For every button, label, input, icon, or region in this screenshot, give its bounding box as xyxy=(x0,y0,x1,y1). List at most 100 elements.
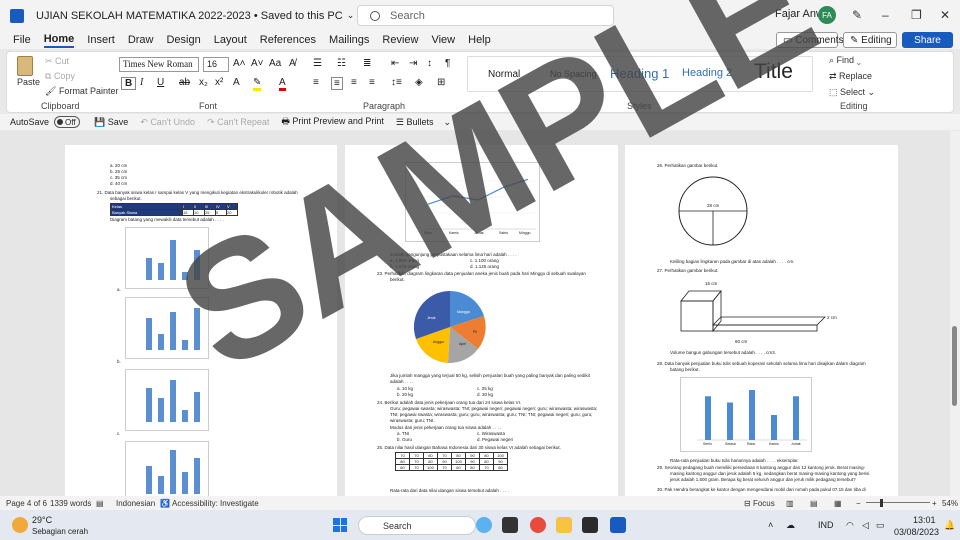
taskbar-search[interactable]: Search xyxy=(358,516,476,535)
temperature[interactable]: 29°C xyxy=(32,515,52,525)
menu-help[interactable]: Help xyxy=(468,33,491,47)
comments-button[interactable]: ▭ Comments xyxy=(776,32,844,48)
task-view-icon[interactable] xyxy=(502,517,518,533)
style-normal[interactable]: Normal xyxy=(488,69,520,80)
highlight-icon[interactable]: ✎ xyxy=(253,77,262,91)
menu-draw[interactable]: Draw xyxy=(128,33,154,47)
copilot-icon[interactable] xyxy=(476,517,492,533)
page-count[interactable]: Page 4 of 6 xyxy=(6,499,47,508)
autosave-toggle[interactable]: Off xyxy=(54,116,81,128)
weather-condition[interactable]: Sebagian cerah xyxy=(32,527,88,536)
style-no-spacing[interactable]: No Spacing xyxy=(550,69,597,79)
print-preview-button[interactable]: 🖶 Print Preview and Print xyxy=(281,114,384,130)
menu-file[interactable]: File xyxy=(13,33,31,47)
select-button[interactable]: ⬚ Select ⌄ xyxy=(829,87,875,98)
justify-icon[interactable]: ≡ xyxy=(369,77,375,88)
font-color-icon[interactable]: A xyxy=(279,77,286,91)
page-3[interactable]: 26. Perhatikan gambar berikut. 28 cm Kel… xyxy=(625,145,898,496)
read-mode-icon[interactable]: ▥ xyxy=(786,499,794,508)
replace-button[interactable]: ⇄ Replace xyxy=(829,71,872,82)
style-heading-2[interactable]: Heading 2 xyxy=(682,67,732,79)
app-icon[interactable] xyxy=(582,517,598,533)
minimize-icon[interactable]: – xyxy=(882,8,889,22)
shading-icon[interactable]: ◈ xyxy=(415,77,423,88)
repeat-button[interactable]: ↷ Can't Repeat xyxy=(207,117,269,128)
volume-icon[interactable]: ◁ xyxy=(862,520,869,531)
superscript-icon[interactable]: x² xyxy=(215,77,223,88)
change-case-icon[interactable]: Aa xyxy=(269,58,281,69)
close-icon[interactable]: ✕ xyxy=(940,8,950,22)
cut-button[interactable]: ✂ Cut xyxy=(45,56,69,67)
sort-icon[interactable]: ↕ xyxy=(427,58,432,69)
underline-icon[interactable]: U xyxy=(157,77,164,88)
page-1[interactable]: a. 20 cm b. 25 cm c. 35 cm d. 40 cm 21. … xyxy=(65,145,337,496)
tray-chevron-icon[interactable]: ˄ xyxy=(768,520,773,530)
grow-font-icon[interactable]: A˄ xyxy=(233,58,246,69)
onedrive-icon[interactable]: ☁ xyxy=(786,520,795,531)
bold-icon[interactable]: B xyxy=(121,77,137,90)
menu-home[interactable]: Home xyxy=(43,32,75,48)
menu-insert[interactable]: Insert xyxy=(87,33,115,47)
format-painter-button[interactable]: 🖌 Format Painter xyxy=(45,86,118,97)
customize-qat-icon[interactable]: ⌄ xyxy=(444,117,452,128)
weather-icon[interactable] xyxy=(12,517,28,533)
focus-mode-button[interactable]: ⊟ Focus xyxy=(744,499,775,508)
pilcrow-icon[interactable]: ¶ xyxy=(445,58,450,69)
zoom-in-icon[interactable]: + xyxy=(932,499,937,508)
clear-format-icon[interactable]: A̸ xyxy=(289,58,296,69)
notification-bell-icon[interactable]: 🔔 xyxy=(944,520,955,531)
print-layout-icon[interactable]: ▤ xyxy=(810,499,818,508)
word-taskbar-icon[interactable] xyxy=(610,517,626,533)
zoom-slider-thumb[interactable] xyxy=(880,499,883,507)
page-2[interactable]: Rabu Kamis Jumat Sabtu Minggu Jumlah pen… xyxy=(345,145,618,496)
document-title[interactable]: UJIAN SEKOLAH MATEMATIKA 2022-2023 • Sav… xyxy=(36,10,343,22)
shrink-font-icon[interactable]: A˅ xyxy=(251,58,264,69)
numbering-icon[interactable]: ☷ xyxy=(337,58,346,69)
clock-time[interactable]: 13:01 xyxy=(913,515,936,525)
menu-references[interactable]: References xyxy=(260,33,316,47)
paste-button[interactable]: Paste xyxy=(17,77,40,87)
menu-view[interactable]: View xyxy=(431,33,455,47)
document-canvas[interactable]: a. 20 cm b. 25 cm c. 35 cm d. 40 cm 21. … xyxy=(0,131,950,496)
zoom-out-icon[interactable]: − xyxy=(856,499,861,508)
line-spacing-icon[interactable]: ↕≡ xyxy=(391,77,402,88)
scrollbar-thumb[interactable] xyxy=(952,326,957,406)
pen-icon[interactable]: ✎ xyxy=(852,8,862,22)
language-indicator[interactable]: Indonesian xyxy=(116,499,155,508)
subscript-icon[interactable]: x₂ xyxy=(199,77,208,88)
strikethrough-icon[interactable]: ab xyxy=(179,77,190,88)
copy-button[interactable]: ⧉ Copy xyxy=(45,71,75,82)
search-input[interactable]: Search xyxy=(357,5,614,26)
multilevel-list-icon[interactable]: ≣ xyxy=(363,58,371,69)
accessibility-icon[interactable]: ♿ xyxy=(160,499,170,508)
align-right-icon[interactable]: ≡ xyxy=(351,77,357,88)
menu-design[interactable]: Design xyxy=(166,33,200,47)
text-effects-icon[interactable]: A xyxy=(233,77,240,88)
font-name-select[interactable]: Times New Roman xyxy=(119,57,199,72)
web-layout-icon[interactable]: ▦ xyxy=(834,499,842,508)
style-heading-1[interactable]: Heading 1 xyxy=(610,66,669,81)
word-count[interactable]: 1339 words xyxy=(50,499,91,508)
chevron-down-icon[interactable]: ⌄ xyxy=(347,10,355,21)
share-button[interactable]: Share xyxy=(902,32,953,48)
borders-icon[interactable]: ⊞ xyxy=(437,77,445,88)
zoom-level[interactable]: 54% xyxy=(942,499,958,508)
avatar[interactable]: FA xyxy=(818,6,836,24)
restore-icon[interactable]: ❐ xyxy=(911,8,922,22)
align-left-icon[interactable]: ≡ xyxy=(313,77,319,88)
italic-icon[interactable]: I xyxy=(140,77,143,88)
bullets-icon[interactable]: ☰ xyxy=(313,58,322,69)
wifi-icon[interactable]: ◠ xyxy=(846,520,854,531)
increase-indent-icon[interactable]: ⇥ xyxy=(409,58,417,69)
accessibility-status[interactable]: Accessibility: Investigate xyxy=(172,499,259,508)
vertical-scrollbar[interactable] xyxy=(950,131,960,496)
undo-button[interactable]: ↶ Can't Undo xyxy=(140,117,195,128)
proofing-icon[interactable]: ▤ xyxy=(96,499,104,508)
menu-layout[interactable]: Layout xyxy=(214,33,247,47)
paste-icon[interactable] xyxy=(17,56,33,76)
style-title[interactable]: Title xyxy=(754,60,793,84)
menu-mailings[interactable]: Mailings xyxy=(329,33,369,47)
menu-review[interactable]: Review xyxy=(382,33,418,47)
zoom-slider[interactable] xyxy=(866,502,930,503)
align-center-icon[interactable]: ≡ xyxy=(331,77,343,90)
